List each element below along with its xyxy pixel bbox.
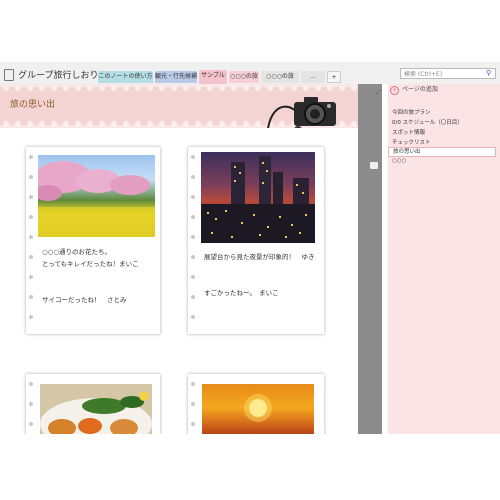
page-title: 旅の思い出 bbox=[10, 100, 56, 110]
binder-hole bbox=[191, 155, 195, 159]
night-view-photo bbox=[201, 152, 315, 243]
page-item-other[interactable]: ○○○ bbox=[392, 158, 406, 164]
photo-card[interactable] bbox=[26, 374, 160, 434]
card-caption: 展望台から見た夜景が印象的！ ゆき すごかったねー。 まいこ bbox=[204, 253, 315, 297]
page-item-memories[interactable]: 旅の思い出 bbox=[388, 147, 496, 157]
photo-card[interactable]: ○○○通りのお花たち。 とってもキレイだったね！まいこ サイコーだったね！ さと… bbox=[26, 147, 160, 334]
tab-trip-1[interactable]: ○○○の旅 bbox=[229, 71, 259, 83]
binder-hole bbox=[29, 215, 33, 219]
add-page-label: ページの追加 bbox=[402, 86, 438, 93]
page-item-plan[interactable]: 今回の旅プラン bbox=[392, 108, 431, 116]
page-list-toggle-icon[interactable] bbox=[370, 162, 378, 169]
binder-hole bbox=[29, 295, 33, 299]
binder-hole bbox=[191, 422, 195, 426]
camera-icon bbox=[267, 97, 336, 128]
binder-hole bbox=[29, 315, 33, 319]
binder-hole bbox=[191, 255, 195, 259]
binder-hole bbox=[191, 215, 195, 219]
page-banner: 旅の思い出 bbox=[0, 84, 358, 128]
binder-hole bbox=[29, 422, 33, 426]
card-caption: ○○○通りのお花たち。 とってもキレイだったね！まいこ サイコーだったね！ さと… bbox=[42, 248, 139, 304]
pane-divider[interactable] bbox=[358, 84, 382, 434]
page-item-spots[interactable]: スポット情報 bbox=[392, 128, 425, 136]
binder-hole bbox=[29, 402, 33, 406]
binder-hole bbox=[191, 235, 195, 239]
search-input[interactable]: 検索 (Ctrl+E) bbox=[400, 68, 496, 79]
binder-hole bbox=[191, 295, 195, 299]
search-icon[interactable]: ⚲ bbox=[486, 69, 497, 77]
photo-card[interactable]: 展望台から見た夜景が印象的！ ゆき すごかったねー。 まいこ bbox=[188, 147, 324, 334]
page-canvas[interactable]: 旅の思い出 ○○○通りのお花たち。 とってもキレイだったね！まいこ サイコーだっ… bbox=[0, 84, 358, 434]
cherry-blossom-photo bbox=[38, 155, 155, 237]
binder-hole bbox=[29, 255, 33, 259]
binder-hole bbox=[29, 175, 33, 179]
tab-sightseeing[interactable]: 観光・行先候補 bbox=[155, 71, 197, 83]
add-page-button[interactable]: + ページの追加 bbox=[390, 84, 438, 96]
binder-hole bbox=[191, 402, 195, 406]
binder-hole bbox=[29, 155, 33, 159]
notebook-title: グループ旅行しおり bbox=[18, 71, 99, 81]
binder-hole bbox=[29, 275, 33, 279]
tab-more[interactable]: ... bbox=[301, 71, 325, 83]
tab-sample[interactable]: サンプル bbox=[199, 70, 227, 84]
binder-hole bbox=[29, 382, 33, 386]
page-item-checklist[interactable]: チェックリスト bbox=[392, 138, 431, 146]
add-section-button[interactable]: + bbox=[327, 71, 341, 83]
sunset-photo bbox=[202, 384, 314, 434]
binder-hole bbox=[191, 275, 195, 279]
photo-card[interactable] bbox=[188, 374, 324, 434]
binder-hole bbox=[191, 195, 195, 199]
food-photo bbox=[40, 384, 152, 434]
binder-hole bbox=[191, 382, 195, 386]
notebook-icon bbox=[4, 68, 14, 81]
binder-hole bbox=[29, 195, 33, 199]
binder-hole bbox=[191, 315, 195, 319]
page-list-panel bbox=[388, 84, 500, 434]
tab-trip-2[interactable]: ○○○の旅 bbox=[261, 71, 299, 83]
page-item-schedule[interactable]: 0/0 スケジュール（〇日目） bbox=[392, 118, 463, 126]
plus-icon: + bbox=[390, 85, 399, 95]
binder-hole bbox=[191, 175, 195, 179]
notebook-selector[interactable]: グループ旅行しおり ▼ bbox=[4, 68, 108, 81]
tab-how-to-use[interactable]: このノートの使い方 bbox=[98, 71, 153, 83]
binder-hole bbox=[29, 235, 33, 239]
expand-icon[interactable]: ⤢ bbox=[376, 88, 382, 97]
